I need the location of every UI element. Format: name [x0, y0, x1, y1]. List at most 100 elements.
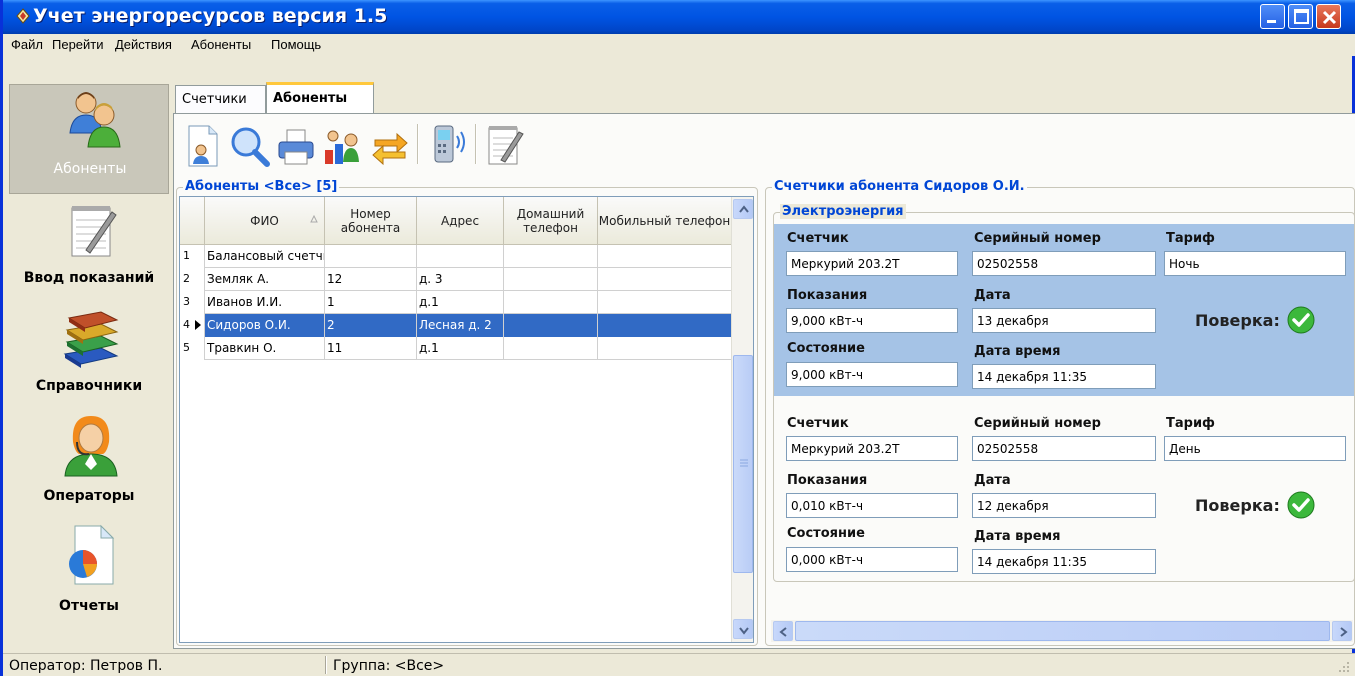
state-field[interactable]: 9,000 кВт-ч	[786, 362, 958, 387]
table-row[interactable]: 3 Иванов И.И. 1 д.1	[180, 291, 732, 314]
label-serial: Серийный номер	[974, 231, 1101, 246]
table-row[interactable]: 1 Балансовый счетчик	[180, 245, 732, 268]
call-button[interactable]	[427, 122, 469, 168]
scroll-left-button[interactable]	[773, 621, 793, 641]
cell-home-phone[interactable]	[504, 314, 598, 337]
menu-actions[interactable]: Действия	[115, 37, 172, 52]
cell-mobile-phone[interactable]	[598, 291, 732, 314]
report-icon	[69, 524, 115, 585]
resize-grip-icon[interactable]	[1337, 660, 1351, 674]
header-mobile-phone[interactable]: Мобильный телефон	[598, 197, 732, 245]
cell-number[interactable]: 12	[325, 268, 417, 291]
label-readings: Показания	[787, 473, 868, 488]
header-fio[interactable]: ФИО	[205, 197, 325, 245]
app-window: Учет энергоресурсов версия 1.5 Файл Пере…	[0, 0, 1355, 676]
meter-field[interactable]: Меркурий 203.2Т	[786, 251, 958, 276]
state-field[interactable]: 0,000 кВт-ч	[786, 547, 958, 572]
cell-number[interactable]: 1	[325, 291, 417, 314]
grip-icon	[740, 459, 748, 467]
left-navigation: Абоненты Ввод показаний Справочники Опер…	[9, 84, 169, 647]
cell-mobile-phone[interactable]	[598, 314, 732, 337]
nav-directories[interactable]: Справочники	[9, 304, 169, 404]
group-button[interactable]	[321, 122, 363, 168]
search-button[interactable]	[229, 122, 271, 168]
close-button[interactable]	[1316, 4, 1341, 29]
scroll-down-button[interactable]	[733, 619, 753, 639]
menu-file[interactable]: Файл	[11, 37, 43, 52]
menu-bar: Файл Перейти Действия Абоненты Помощь	[3, 34, 1355, 56]
nav-readings[interactable]: Ввод показаний	[9, 196, 169, 296]
cell-address[interactable]	[417, 245, 504, 268]
cell-home-phone[interactable]	[504, 268, 598, 291]
horizontal-scroll-thumb[interactable]	[795, 621, 1330, 641]
header-home-phone[interactable]: Домашний телефон	[504, 197, 598, 245]
nav-operators[interactable]: Операторы	[9, 412, 169, 512]
grid-vertical-scrollbar[interactable]	[731, 197, 753, 642]
readings-field[interactable]: 0,010 кВт-ч	[786, 493, 958, 518]
meters-horizontal-scrollbar[interactable]	[771, 620, 1353, 642]
header-address[interactable]: Адрес	[417, 197, 504, 245]
tariff-field[interactable]: День	[1164, 436, 1346, 461]
nav-reports[interactable]: Отчеты	[9, 520, 169, 620]
readings-field[interactable]: 9,000 кВт-ч	[786, 308, 958, 333]
cell-mobile-phone[interactable]	[598, 245, 732, 268]
cell-address[interactable]: д.1	[417, 291, 504, 314]
cell-address[interactable]: д.1	[417, 337, 504, 360]
menu-subscribers[interactable]: Абоненты	[191, 37, 251, 52]
scroll-up-button[interactable]	[733, 199, 753, 219]
cell-home-phone[interactable]	[504, 337, 598, 360]
group-icon	[325, 130, 359, 164]
maximize-button[interactable]	[1288, 4, 1313, 29]
app-icon	[15, 8, 31, 24]
label-tariff: Тариф	[1166, 231, 1215, 246]
tariff-field[interactable]: Ночь	[1164, 251, 1346, 276]
electricity-title: Электроэнергия	[780, 204, 906, 219]
scroll-thumb[interactable]	[733, 355, 753, 573]
menu-help[interactable]: Помощь	[271, 37, 321, 52]
cell-number[interactable]	[325, 245, 417, 268]
new-subscriber-button[interactable]	[183, 122, 225, 168]
title-bar[interactable]: Учет энергоресурсов версия 1.5	[3, 0, 1355, 34]
nav-subscribers[interactable]: Абоненты	[9, 84, 169, 194]
readings-button[interactable]	[485, 122, 527, 168]
cell-mobile-phone[interactable]	[598, 268, 732, 291]
cell-fio[interactable]: Травкин О.	[205, 337, 325, 360]
cell-fio[interactable]: Земляк А.	[205, 268, 325, 291]
menu-go[interactable]: Перейти	[52, 37, 104, 52]
header-rownum	[180, 197, 205, 245]
scroll-right-button[interactable]	[1332, 621, 1352, 641]
operator-icon	[64, 416, 118, 477]
status-bar: Оператор: Петров П. Группа: <Все>	[3, 653, 1355, 676]
cell-number[interactable]: 11	[325, 337, 417, 360]
tab-subscribers[interactable]: Абоненты	[266, 82, 374, 114]
refresh-button[interactable]	[369, 122, 411, 168]
status-group: Группа: <Все>	[333, 658, 445, 674]
cell-address[interactable]: Лесная д. 2	[417, 314, 504, 337]
cell-fio[interactable]: Сидоров О.И.	[205, 314, 325, 337]
subscribers-title: Абоненты <Все> [5]	[183, 179, 340, 194]
cell-address[interactable]: д. 3	[417, 268, 504, 291]
cell-home-phone[interactable]	[504, 291, 598, 314]
minimize-button[interactable]	[1260, 4, 1285, 29]
tab-meters[interactable]: Счетчики	[175, 85, 266, 113]
table-row[interactable]: 4 Сидоров О.И. 2 Лесная д. 2	[180, 314, 732, 337]
datetime-field[interactable]: 14 декабря 11:35	[972, 549, 1156, 574]
print-button[interactable]	[275, 122, 317, 168]
cell-mobile-phone[interactable]	[598, 337, 732, 360]
datetime-field[interactable]: 14 декабря 11:35	[972, 364, 1156, 389]
serial-field[interactable]: 02502558	[972, 436, 1156, 461]
nav-label-operators: Операторы	[43, 488, 135, 504]
cell-home-phone[interactable]	[504, 245, 598, 268]
subscribers-grid[interactable]: ФИО Номер абонента Адрес Домашний телефо…	[179, 196, 754, 643]
header-number[interactable]: Номер абонента	[325, 197, 417, 245]
table-row[interactable]: 5 Травкин О. 11 д.1	[180, 337, 732, 360]
date-field[interactable]: 12 декабря	[972, 493, 1156, 518]
serial-field[interactable]: 02502558	[972, 251, 1156, 276]
cell-fio[interactable]: Иванов И.И.	[205, 291, 325, 314]
date-field[interactable]: 13 декабря	[972, 308, 1156, 333]
meter-field[interactable]: Меркурий 203.2Т	[786, 436, 958, 461]
table-row[interactable]: 2 Земляк А. 12 д. 3	[180, 268, 732, 291]
cell-number[interactable]: 2	[325, 314, 417, 337]
cell-fio[interactable]: Балансовый счетчик	[205, 245, 325, 268]
window-title: Учет энергоресурсов версия 1.5	[33, 5, 388, 27]
